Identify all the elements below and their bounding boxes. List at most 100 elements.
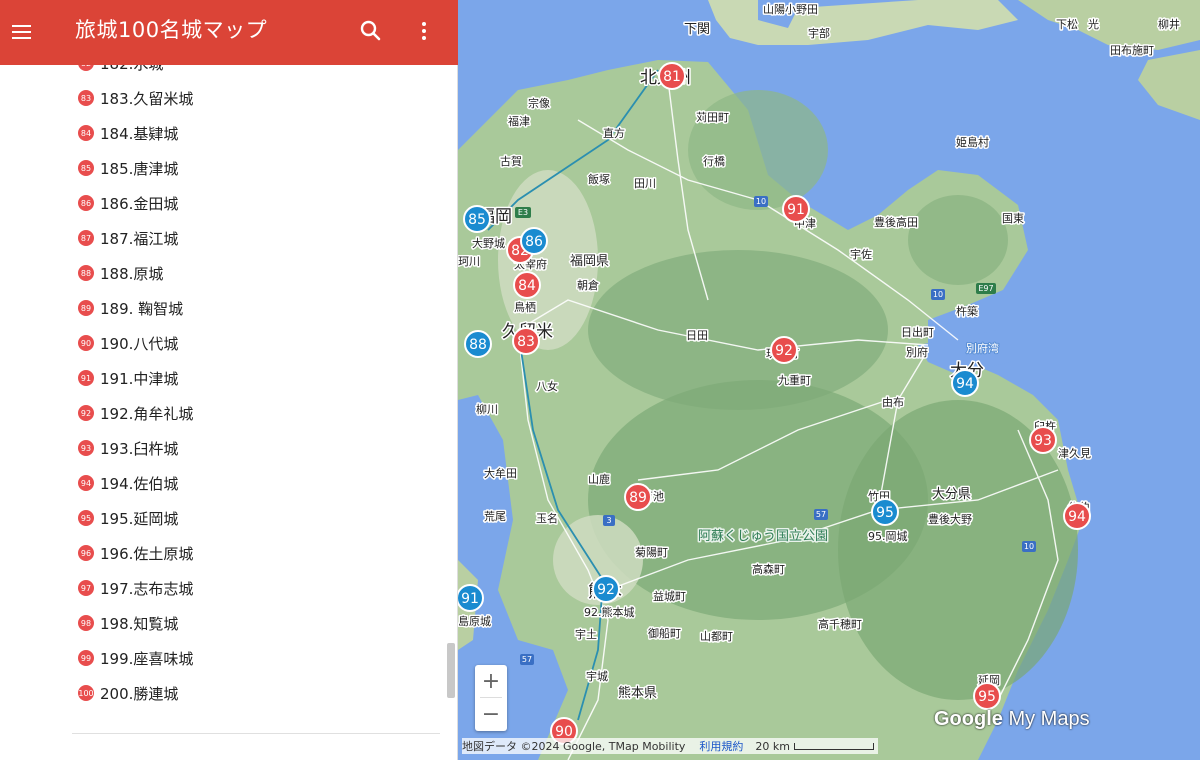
- svg-text:83: 83: [517, 334, 535, 350]
- place-label: 菊陽町: [635, 546, 668, 559]
- list-item[interactable]: 92 192.角牟礼城: [78, 401, 193, 425]
- terms-link[interactable]: 利用規約: [699, 738, 743, 754]
- list-item-label: 188.原城: [100, 264, 164, 283]
- map-marker[interactable]: 95: [871, 498, 899, 526]
- list-item[interactable]: 96 196.佐土原城: [78, 541, 193, 565]
- sea-label: 別府湾: [966, 341, 999, 355]
- list-item[interactable]: 83 183.久留米城: [78, 86, 193, 110]
- place-label: 御船町: [648, 626, 681, 640]
- place-label: 豊後高田: [874, 215, 918, 229]
- road-shield: E97: [976, 283, 996, 294]
- list-number-badge: 82: [78, 65, 94, 71]
- map-marker[interactable]: 91: [782, 195, 810, 223]
- place-label: 行橋: [703, 154, 725, 168]
- place-label: 別府: [906, 345, 928, 359]
- search-icon[interactable]: [358, 18, 384, 44]
- place-label: 日出町: [901, 325, 934, 339]
- place-label: 高森町: [752, 562, 785, 576]
- list-item[interactable]: 97 197.志布志城: [78, 576, 193, 600]
- list-item[interactable]: 93 193.臼杵城: [78, 436, 178, 460]
- scale-label: 20 km: [755, 739, 790, 753]
- place-label: 福岡県: [570, 254, 609, 269]
- svg-text:93: 93: [1034, 433, 1052, 449]
- my-maps-wordmark: My Maps: [1008, 708, 1090, 730]
- place-label: 宇城: [586, 670, 608, 683]
- list-item-label: 187.福江城: [100, 229, 179, 248]
- svg-text:3: 3: [606, 516, 611, 525]
- list-item[interactable]: 88 188.原城: [78, 261, 163, 285]
- place-label: 山陽小野田: [763, 3, 818, 16]
- list-item[interactable]: 94 194.佐伯城: [78, 471, 178, 495]
- svg-text:94: 94: [1068, 509, 1086, 525]
- map-marker[interactable]: 92: [592, 575, 620, 603]
- list-item[interactable]: 86 186.金田城: [78, 191, 178, 215]
- map-marker[interactable]: 95: [973, 682, 1001, 710]
- list-item[interactable]: 98 198.知覧城: [78, 611, 178, 635]
- place-label: 鳥栖: [514, 300, 536, 314]
- list-number-badge: 99: [78, 650, 94, 666]
- list-item[interactable]: 82 182.水城: [78, 65, 163, 75]
- list-number-badge: 91: [78, 370, 94, 386]
- place-label: 大牟田: [484, 466, 517, 480]
- place-label: 日田: [686, 329, 708, 342]
- map-marker[interactable]: 85: [463, 205, 491, 233]
- svg-text:10: 10: [756, 197, 766, 206]
- list-item-label: 200.勝連城: [100, 684, 179, 703]
- list-item[interactable]: 100 200.勝連城: [78, 681, 178, 705]
- map-marker[interactable]: 93: [1029, 426, 1057, 454]
- map-marker[interactable]: 84: [513, 271, 541, 299]
- map-marker[interactable]: 89: [624, 483, 652, 511]
- list-scrollbar[interactable]: [447, 643, 455, 698]
- list-item[interactable]: 99 199.座喜味城: [78, 646, 193, 670]
- list-item[interactable]: 84 184.基肄城: [78, 121, 178, 145]
- list-item[interactable]: 87 187.福江城: [78, 226, 178, 250]
- more-options-icon[interactable]: [412, 18, 436, 44]
- zoom-out-button[interactable]: −: [475, 698, 507, 730]
- map-marker[interactable]: 88: [464, 330, 492, 358]
- map-marker[interactable]: 81: [658, 62, 686, 90]
- place-label: 益城町: [653, 589, 686, 603]
- list-item[interactable]: 90 190.八代城: [78, 331, 178, 355]
- svg-text:10: 10: [933, 290, 943, 299]
- svg-text:E3: E3: [518, 208, 528, 217]
- menu-icon[interactable]: [10, 20, 34, 44]
- list-item-label: 197.志布志城: [100, 579, 194, 598]
- list-number-badge: 95: [78, 510, 94, 526]
- svg-text:86: 86: [525, 234, 543, 250]
- place-label: 柳川: [476, 402, 498, 416]
- place-label: 山鹿: [588, 472, 610, 486]
- road-shield: 3: [603, 515, 615, 526]
- zoom-controls: + −: [475, 665, 507, 731]
- place-label: 九重町: [778, 373, 811, 387]
- map-marker[interactable]: 86: [520, 227, 548, 255]
- list-divider: [72, 733, 440, 734]
- list-item-label: 193.臼杵城: [100, 439, 179, 458]
- svg-text:84: 84: [518, 278, 536, 294]
- place-label: 福津: [508, 114, 530, 128]
- list-item[interactable]: 85 185.唐津城: [78, 156, 178, 180]
- place-label: 宇部: [808, 26, 830, 40]
- place-label: 田川: [634, 177, 656, 190]
- map-marker[interactable]: 91: [458, 584, 484, 612]
- map-marker[interactable]: 94: [951, 369, 979, 397]
- place-label: 下松: [1056, 17, 1078, 31]
- list-item[interactable]: 89 189. 鞠智城: [78, 296, 183, 320]
- list-item-label: 199.座喜味城: [100, 649, 194, 668]
- map-view[interactable]: E3 E97 10 10 10 57 57 3 下関 北九州 山陽小野田 宇部 …: [458, 0, 1200, 760]
- list-item[interactable]: 91 191.中津城: [78, 366, 178, 390]
- map-marker[interactable]: 83: [512, 327, 540, 355]
- map-marker[interactable]: 92: [770, 336, 798, 364]
- road-shield: 57: [520, 654, 534, 665]
- list-item[interactable]: 95 195.延岡城: [78, 506, 178, 530]
- list-item-label: 195.延岡城: [100, 509, 179, 528]
- list-item-label: 198.知覧城: [100, 614, 179, 633]
- list-item-label: 184.基肄城: [100, 124, 179, 143]
- place-label: 宗像: [528, 96, 550, 110]
- google-wordmark: Google: [934, 708, 1003, 730]
- list-item-label: 194.佐伯城: [100, 474, 179, 493]
- list-number-badge: 88: [78, 265, 94, 281]
- map-marker[interactable]: 94: [1063, 502, 1091, 530]
- place-label: 光: [1088, 17, 1099, 31]
- list-number-badge: 97: [78, 580, 94, 596]
- zoom-in-button[interactable]: +: [475, 665, 507, 697]
